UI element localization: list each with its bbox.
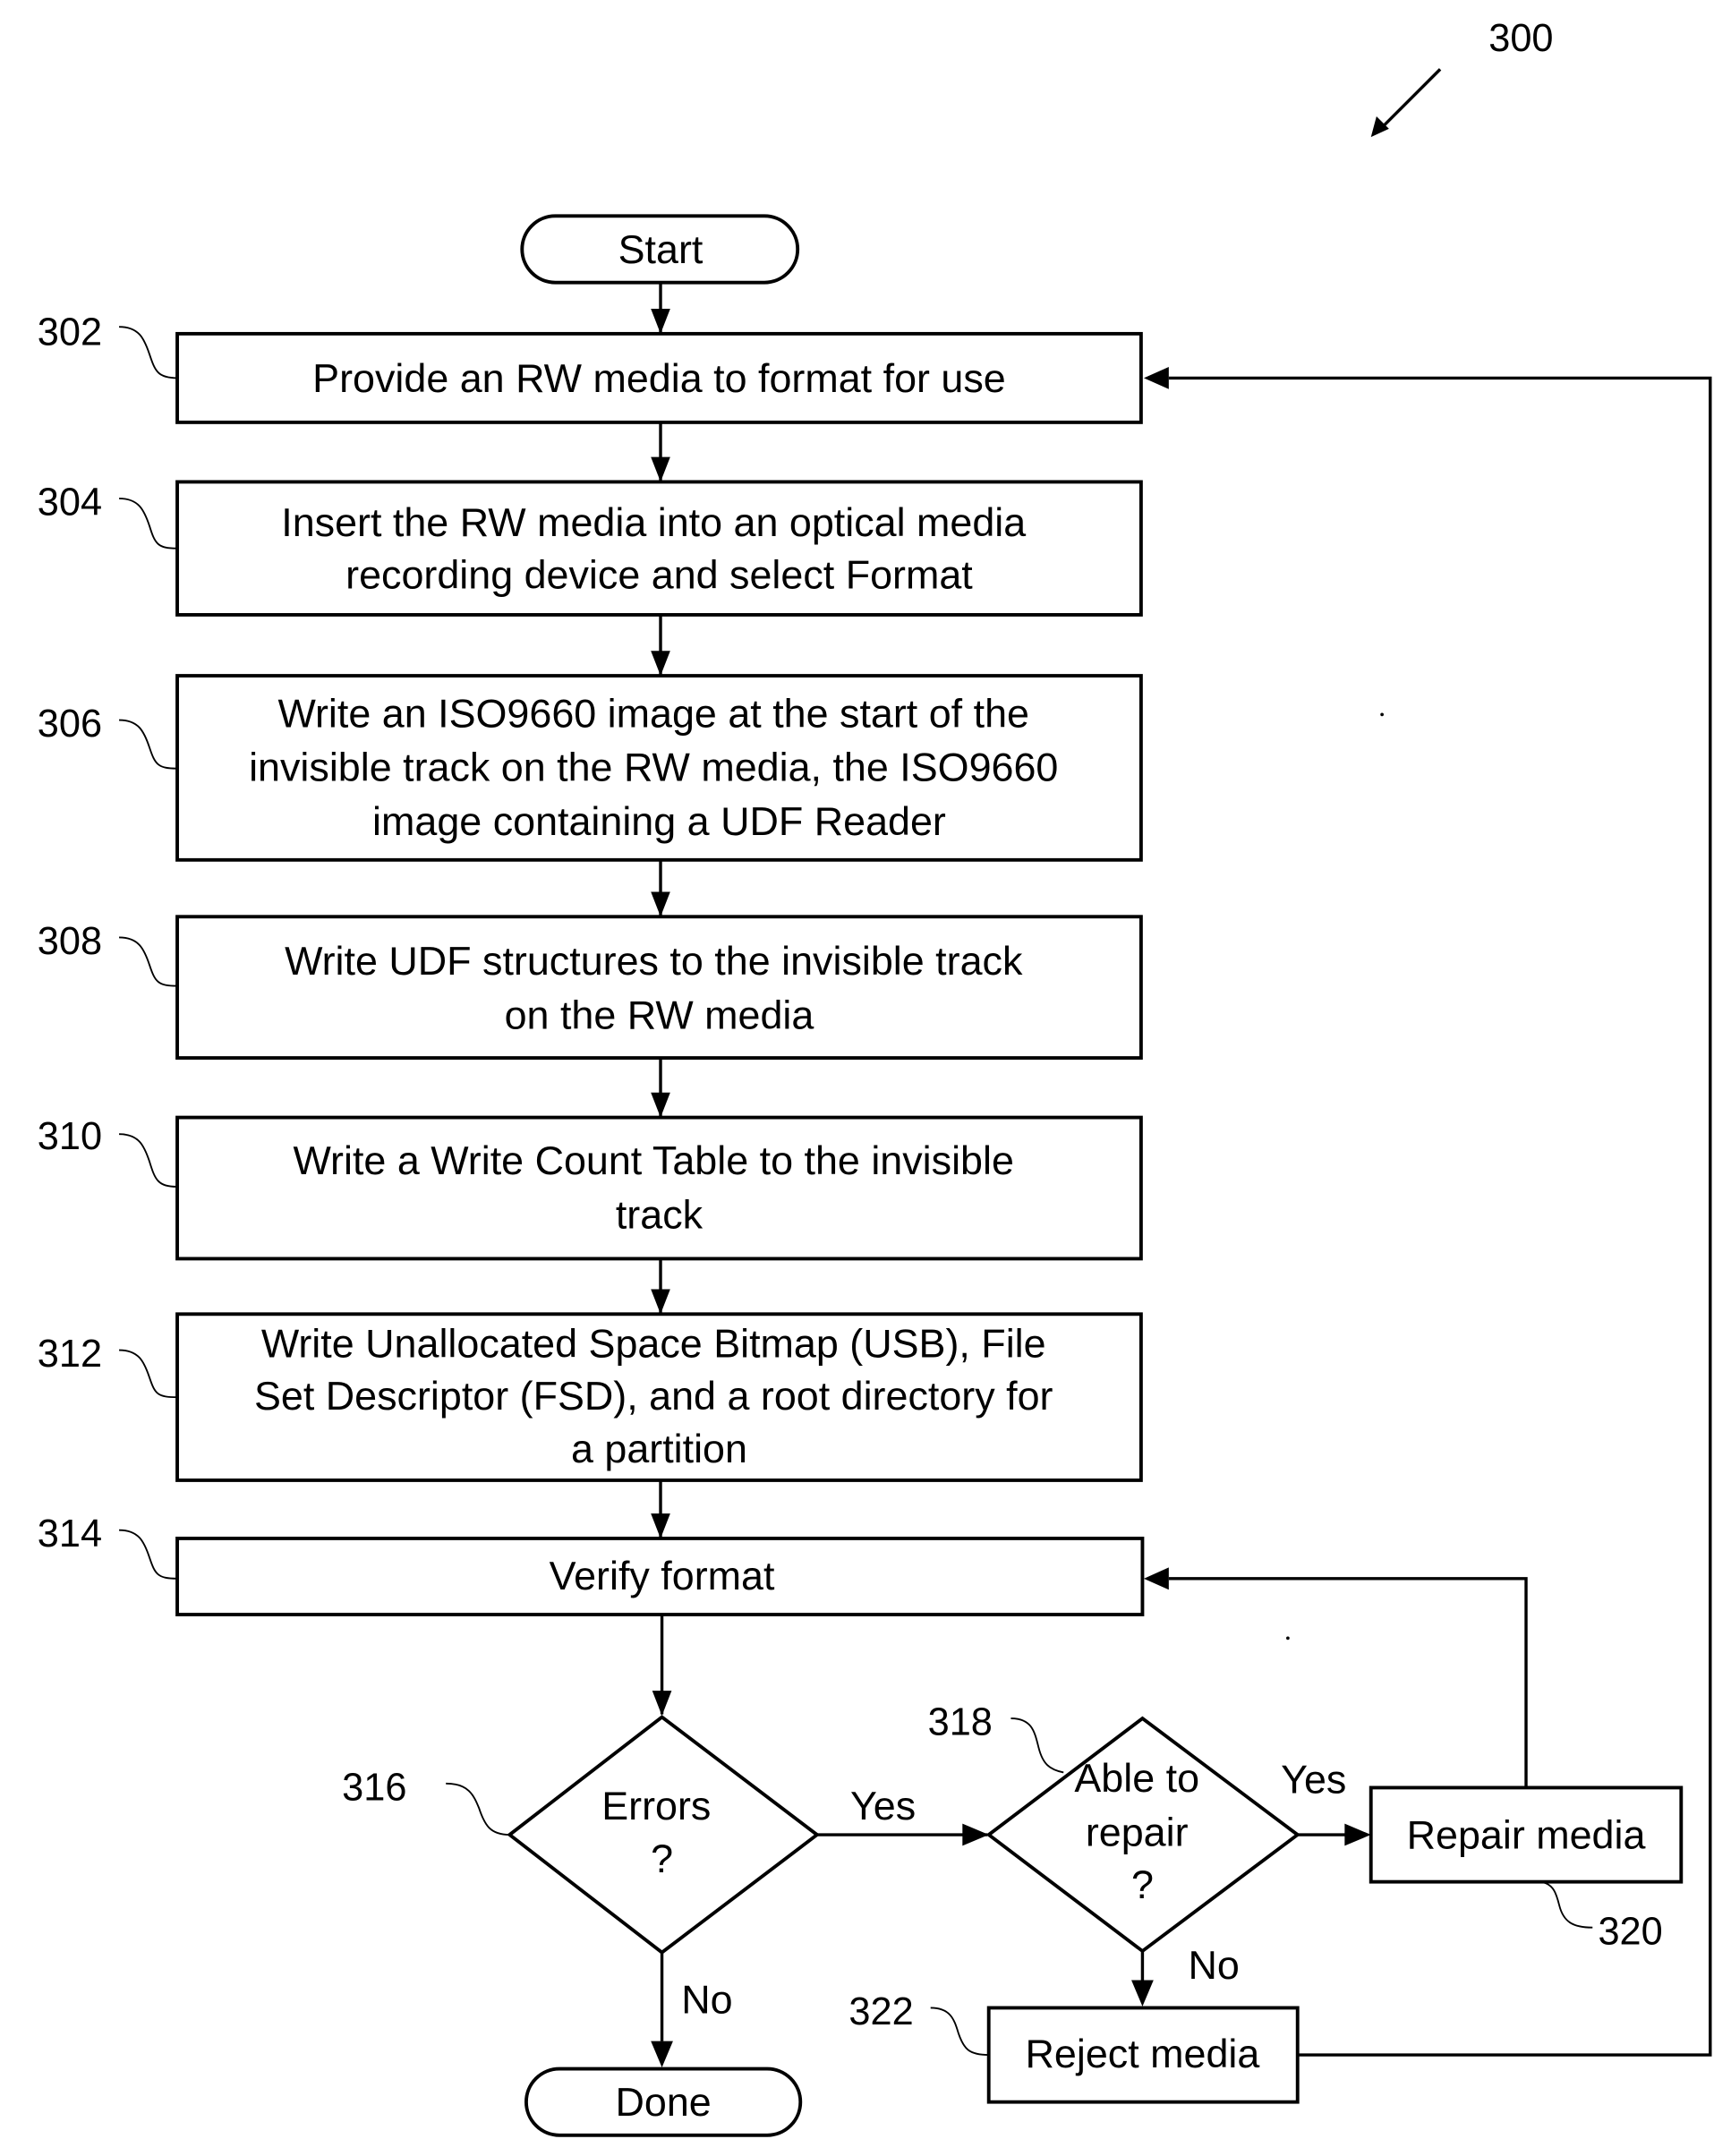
- decision-316-errors: Errors ? 316: [342, 1715, 821, 1955]
- action-320-ref: 320: [1598, 1910, 1662, 1953]
- decision-318-ref: 318: [928, 1701, 993, 1744]
- arrowhead-316-done: [651, 2041, 673, 2067]
- done-terminal: Done: [524, 2067, 803, 2137]
- step-310-ref: 310: [38, 1115, 102, 1158]
- start-terminal: Start: [520, 214, 800, 285]
- step-314-leader: [119, 1529, 178, 1580]
- step-302-leader: [119, 326, 178, 379]
- action-322-ref: 322: [848, 1990, 913, 2033]
- decision-318-repair: Able to repair ? 318: [928, 1701, 1300, 1954]
- arrow-320-loop-314: [1168, 1577, 1528, 1788]
- step-306-ref: 306: [38, 703, 102, 746]
- decision-316-ref: 316: [342, 1766, 406, 1809]
- step-302-text: Provide an RW media to format for use: [312, 355, 1006, 401]
- step-308-leader: [119, 936, 178, 987]
- flowchart: 300 Start Provide an RW media to format …: [38, 17, 1712, 2137]
- label-errors-yes: Yes: [850, 1783, 916, 1828]
- decision-318-leader: [1010, 1717, 1064, 1774]
- scan-dot: [1380, 712, 1384, 717]
- step-304-leader: [119, 498, 178, 550]
- step-312-leader: [119, 1349, 178, 1399]
- step-302: Provide an RW media to format for use 30…: [38, 311, 1143, 424]
- step-304: Insert the RW media into an optical medi…: [38, 480, 1143, 617]
- step-306-leader: [119, 719, 178, 770]
- decision-316-leader: [446, 1782, 510, 1836]
- step-312-ref: 312: [38, 1333, 102, 1376]
- arrowhead-318-320: [1344, 1823, 1371, 1846]
- step-312: Write Unallocated Space Bitmap (USB), Fi…: [38, 1312, 1143, 1482]
- action-320-text: Repair media: [1407, 1812, 1646, 1858]
- arrowhead-316-318: [962, 1823, 989, 1846]
- label-errors-no: No: [681, 1977, 732, 2023]
- action-322-reject-media: Reject media 322: [848, 1990, 1300, 2104]
- step-310-leader: [119, 1133, 178, 1188]
- figure-ref-label: 300: [1488, 17, 1553, 60]
- step-302-ref: 302: [38, 311, 102, 354]
- start-label: Start: [618, 226, 703, 272]
- step-304-ref: 304: [38, 481, 102, 524]
- action-320-repair-media: Repair media 320: [1369, 1785, 1684, 1953]
- step-314: Verify format 314: [38, 1513, 1145, 1616]
- label-repair-no: No: [1188, 1942, 1239, 1988]
- step-308-ref: 308: [38, 920, 102, 963]
- arrowhead-322-302: [1143, 367, 1169, 389]
- arrowhead-320-314: [1143, 1567, 1169, 1590]
- action-322-leader: [930, 2007, 989, 2056]
- step-308: Write UDF structures to the invisible tr…: [38, 915, 1143, 1060]
- label-repair-yes: Yes: [1281, 1757, 1346, 1802]
- action-322-text: Reject media: [1026, 2031, 1260, 2076]
- action-320-leader: [1539, 1880, 1593, 1929]
- step-310: Write a Write Count Table to the invisib…: [38, 1115, 1143, 1261]
- step-306: Write an ISO9660 image at the start of t…: [38, 674, 1143, 862]
- figure-ref-arrow: [1370, 68, 1442, 138]
- step-314-ref: 314: [38, 1513, 102, 1555]
- scan-dot: [1286, 1636, 1290, 1640]
- arrowhead-318-322: [1131, 1980, 1154, 2007]
- step-314-text: Verify format: [550, 1553, 775, 1598]
- done-label: Done: [615, 2079, 711, 2125]
